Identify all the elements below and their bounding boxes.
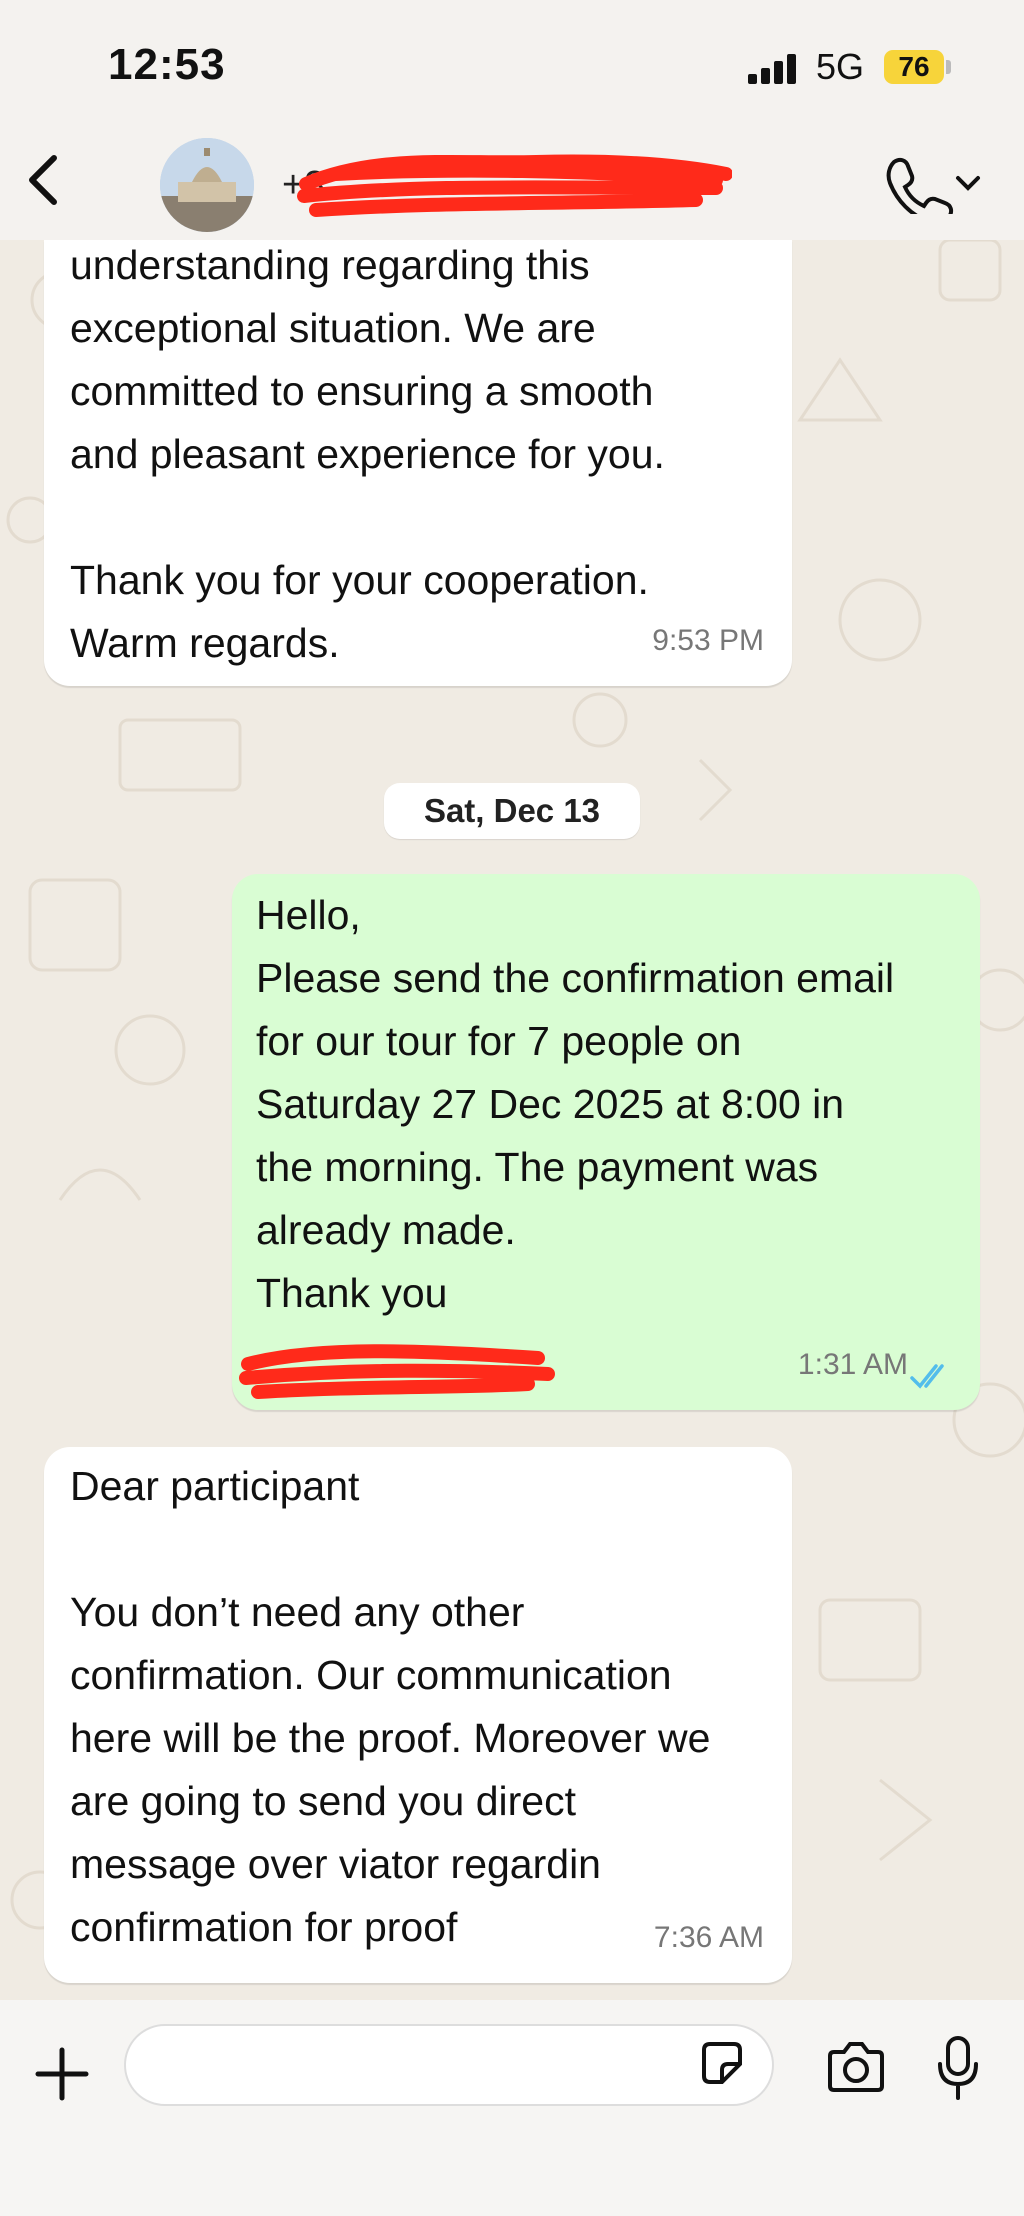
microphone-icon[interactable] [934,2034,982,2104]
plus-icon[interactable] [32,2044,92,2104]
network-type: 5G [816,46,865,87]
avatar-image [160,138,254,232]
message-composer [0,2000,1024,2216]
redaction-scribble [239,1344,555,1399]
chat-header: +3 [0,130,1024,240]
chevron-left-icon[interactable] [18,150,68,210]
message-incoming[interactable]: Dear participant You don’t need any othe… [44,1447,792,1983]
date-separator: Sat, Dec 13 [384,783,640,839]
battery-tip [946,60,951,74]
status-bar: 12:53 5G 76 [0,0,1024,130]
battery-level: 76 [898,51,930,82]
battery-icon: 76 [884,50,944,84]
message-input[interactable] [124,2024,774,2106]
read-receipt-icon [910,1364,944,1389]
message-incoming[interactable]: understanding regarding this exceptional… [44,240,792,686]
message-text: Hello, Please send the confirmation emai… [256,892,895,1316]
message-time: 1:31 AM [797,1348,908,1381]
status-time: 12:53 [108,40,226,89]
message-time: 7:36 AM [653,1921,764,1954]
contact-avatar[interactable] [160,138,254,232]
redaction-scribble [297,154,732,217]
sticker-icon[interactable] [696,2038,748,2090]
message-time: 9:53 PM [652,624,764,657]
phone-icon[interactable] [880,150,990,214]
camera-icon[interactable] [824,2040,888,2096]
signal-icon [748,54,796,84]
message-text: Dear participant You don’t need any othe… [70,1463,711,1950]
message-outgoing[interactable]: Hello, Please send the confirmation emai… [232,874,980,1410]
